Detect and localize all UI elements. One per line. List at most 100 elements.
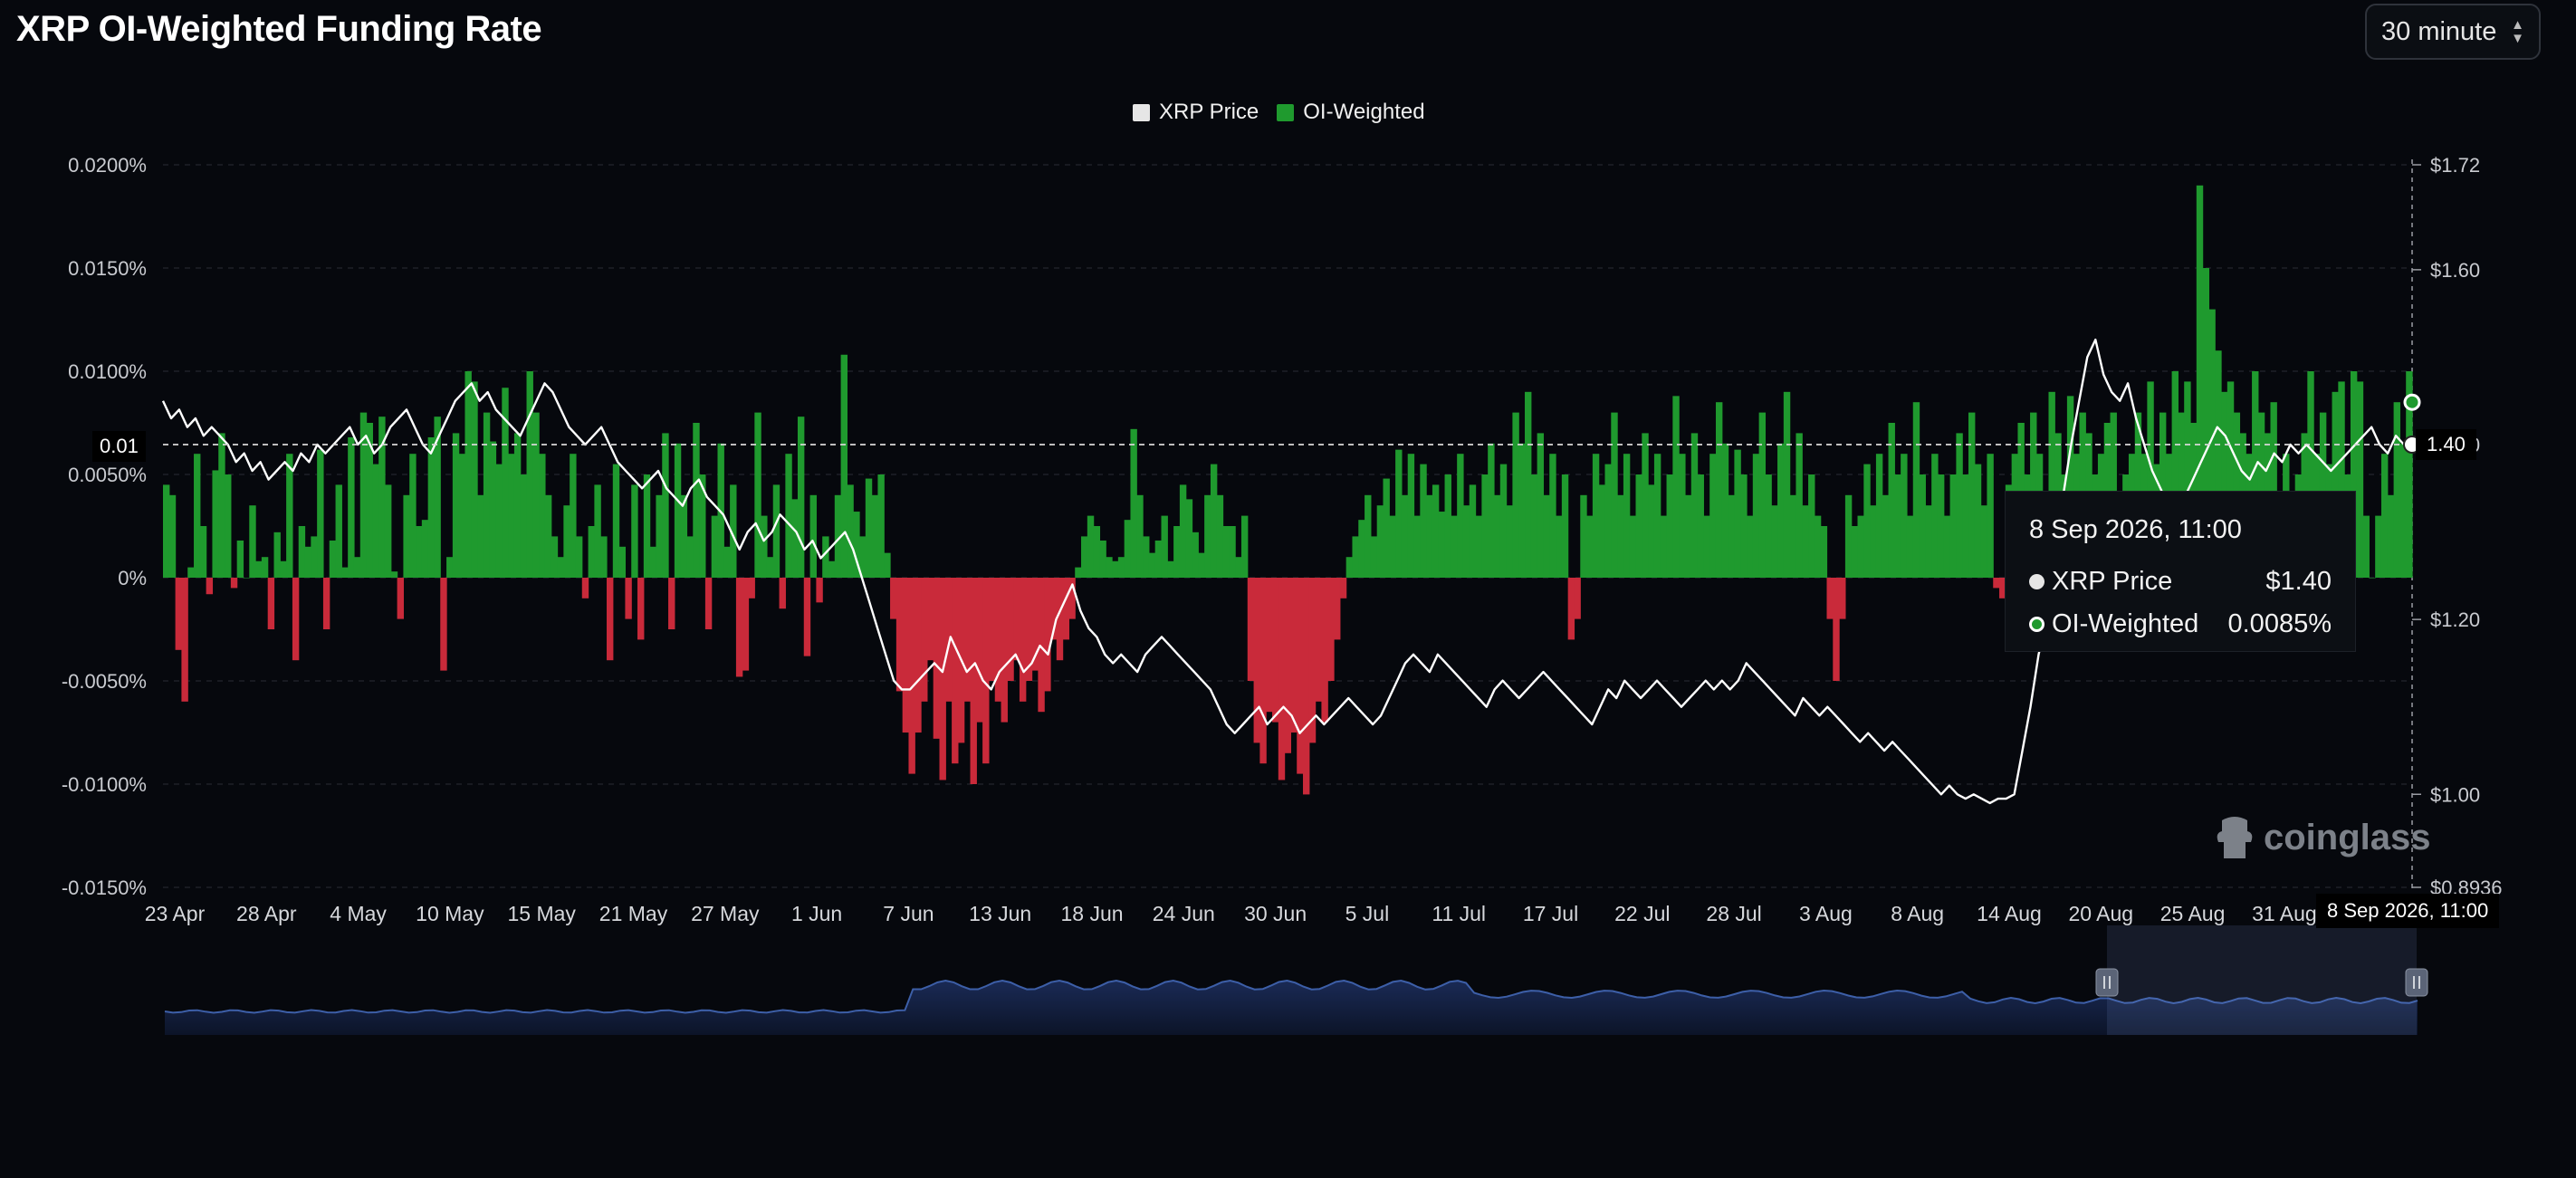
- positive-bar: [2393, 402, 2400, 578]
- positive-bar: [421, 520, 429, 578]
- positive-bar: [1506, 505, 1513, 578]
- positive-bar: [236, 540, 244, 578]
- positive-bar: [353, 557, 361, 578]
- navigator-handle-left[interactable]: [2095, 968, 2119, 997]
- negative-bar: [970, 578, 977, 784]
- coinglass-logo-icon: [2217, 817, 2253, 858]
- positive-bar: [570, 454, 577, 578]
- positive-bar: [1117, 557, 1125, 578]
- positive-bar: [187, 567, 195, 578]
- y-left-tick-label: 0.0150%: [68, 257, 147, 280]
- negative-bar: [175, 578, 183, 650]
- positive-bar: [1919, 474, 1926, 578]
- y-left-tick-label: -0.0100%: [62, 773, 147, 796]
- negative-bar: [1271, 578, 1279, 723]
- funding-marker: [2403, 393, 2421, 411]
- chart-tooltip: 8 Sep 2026, 11:00 XRP Price $1.40 OI-Wei…: [2005, 491, 2356, 652]
- positive-bar: [1580, 494, 1587, 578]
- positive-bar: [286, 454, 293, 578]
- tooltip-label-oi: OI-Weighted: [2052, 609, 2199, 638]
- positive-bar: [588, 526, 595, 578]
- negative-bar: [704, 578, 713, 629]
- positive-bar: [329, 540, 337, 578]
- x-tick-label: 13 Jun: [969, 902, 1031, 925]
- positive-bar: [1192, 532, 1199, 578]
- y-left-tick-label: 0.0200%: [68, 154, 147, 177]
- positive-bar: [1438, 512, 1446, 578]
- positive-bar: [1383, 478, 1390, 578]
- negative-bar: [1278, 578, 1286, 781]
- positive-bar: [1642, 433, 1649, 578]
- positive-bar: [1530, 474, 1538, 578]
- positive-bar: [199, 526, 207, 578]
- positive-bar: [218, 433, 225, 578]
- positive-bar: [1752, 454, 1760, 578]
- positive-bar: [877, 474, 885, 578]
- positive-bar: [1808, 474, 1815, 578]
- negative-bar: [1290, 578, 1298, 733]
- positive-bar: [1376, 505, 1384, 578]
- positive-bar: [261, 557, 269, 578]
- x-tick-label: 30 Jun: [1244, 902, 1307, 925]
- positive-bar: [495, 464, 503, 578]
- negative-bar: [181, 578, 188, 702]
- positive-bar: [1888, 423, 1895, 578]
- negative-bar: [1833, 578, 1840, 681]
- x-tick-label: 18 Jun: [1060, 902, 1123, 925]
- crosshair-left-label: 0.01: [92, 431, 146, 462]
- positive-bar: [409, 454, 417, 578]
- positive-bar: [1592, 454, 1600, 578]
- negative-bar: [1297, 578, 1304, 774]
- positive-bar: [1556, 515, 1563, 578]
- positive-bar: [304, 546, 311, 578]
- positive-bar: [1653, 454, 1661, 578]
- positive-bar: [1549, 454, 1556, 578]
- positive-bar: [1679, 454, 1686, 578]
- positive-bar: [225, 474, 232, 578]
- left-axis: 0.0200% 0.0150% 0.0100% 0.0050% 0% -0.0050% -0…: [62, 154, 147, 899]
- negative-bar: [1327, 578, 1335, 681]
- positive-bar: [1728, 494, 1735, 578]
- positive-bar: [1106, 557, 1113, 578]
- positive-bar: [1358, 520, 1365, 578]
- positive-bar: [1796, 433, 1803, 578]
- negative-bar: [1334, 578, 1341, 640]
- positive-bar: [600, 536, 608, 578]
- y-right-tick-label: $1.72: [2430, 154, 2480, 177]
- positive-bar: [1771, 505, 1778, 578]
- positive-bar: [1512, 412, 1519, 578]
- positive-bar: [2380, 454, 2389, 578]
- positive-bar: [1870, 505, 1877, 578]
- positive-bar: [871, 494, 879, 578]
- positive-bar: [1420, 464, 1427, 578]
- positive-bar: [1481, 474, 1489, 578]
- x-tick-label: 8 Aug: [1891, 902, 1944, 925]
- range-navigator: [164, 925, 2428, 1035]
- positive-bar: [1561, 474, 1569, 578]
- positive-bar: [1857, 515, 1864, 578]
- positive-bar: [1204, 494, 1211, 578]
- positive-bar: [1814, 515, 1822, 578]
- negative-bar: [1284, 578, 1292, 753]
- negative-bar: [933, 578, 941, 739]
- x-tick-label: 22 Jul: [1614, 902, 1670, 925]
- positive-bar: [643, 474, 651, 578]
- x-tick-label: 24 Jun: [1153, 902, 1215, 925]
- negative-bar: [779, 578, 786, 609]
- positive-bar: [723, 546, 731, 578]
- positive-bar: [1765, 474, 1772, 578]
- positive-bar: [1543, 494, 1550, 578]
- positive-bar: [1586, 515, 1594, 578]
- x-tick-label: 3 Aug: [1799, 902, 1853, 925]
- positive-bar: [1143, 536, 1150, 578]
- positive-bar: [513, 433, 522, 578]
- positive-bar: [1185, 499, 1193, 578]
- positive-bar: [1081, 536, 1088, 578]
- positive-bar: [662, 433, 669, 578]
- positive-bar: [471, 381, 478, 578]
- negative-bar: [988, 578, 996, 681]
- tooltip-row-price: XRP Price $1.40: [2029, 567, 2332, 597]
- positive-bar: [711, 515, 719, 578]
- navigator-handle-right[interactable]: [2405, 968, 2428, 997]
- positive-bar: [427, 436, 436, 578]
